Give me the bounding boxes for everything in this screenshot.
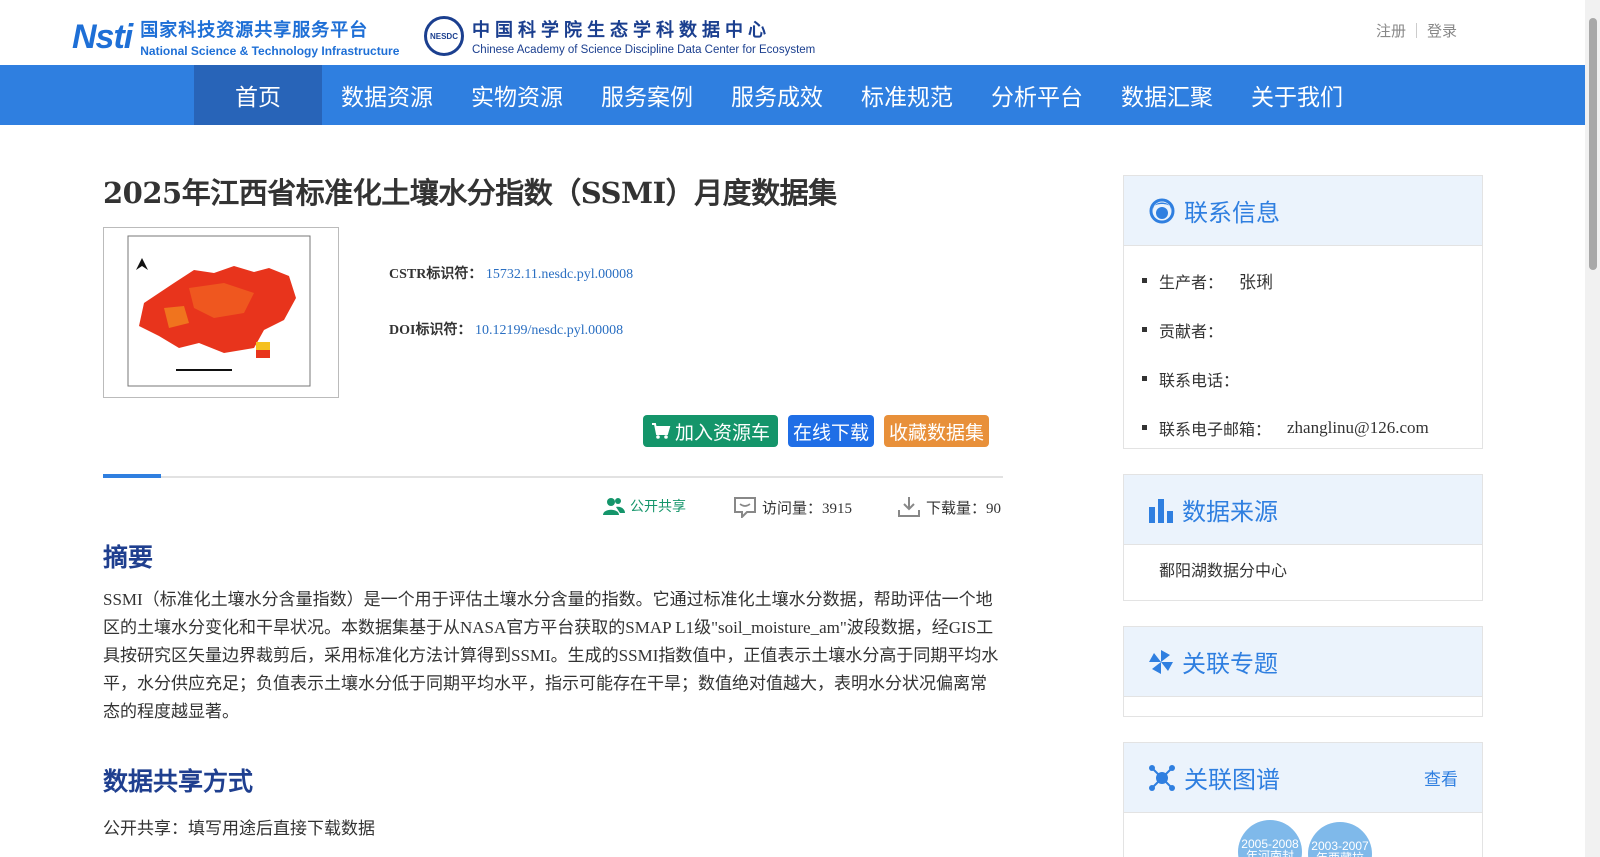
contact-email-label: 联系电子邮箱： [1159,419,1272,439]
related-graph-card: 关联图谱 查看 2005-2008年河南封 2003-2007年西藏拉 [1123,742,1483,857]
contact-card-header: 联系信息 [1124,176,1482,246]
scrollbar-thumb[interactable] [1589,18,1597,270]
add-to-cart-label: 加入资源车 [675,421,771,444]
nav-item-data-aggregation[interactable]: 数据汇聚 [1102,65,1232,125]
nav-item-data-resources[interactable]: 数据资源 [322,65,452,125]
share-status-label: 公开共享 [630,499,686,515]
headset-icon [1149,198,1175,223]
nav-item-service-cases[interactable]: 服务案例 [582,65,712,125]
share-method-text: 公开共享：填写用途后直接下载数据 [103,819,375,838]
share-status: 公开共享 [603,496,686,516]
register-link[interactable]: 注册 [1376,20,1406,41]
nav-item-home[interactable]: 首页 [194,65,322,125]
doi-row: DOI标识符： 10.12199/nesdc.pyl.00008 [389,319,633,375]
data-source-value[interactable]: 鄱阳湖数据分中心 [1124,545,1482,596]
abstract-text: SSMI（标准化土壤水分含量指数）是一个用于评估土壤水分含量的指数。它通过标准化… [103,590,999,721]
contact-list: 生产者： 张琍 贡献者： 联系电话： 联系电子邮箱： zhanglinu@126.c… [1124,246,1482,460]
pinwheel-icon [1149,649,1173,674]
network-icon [1149,764,1175,791]
data-source-card: 数据来源 鄱阳湖数据分中心 [1123,474,1483,601]
related-graph-card-header: 关联图谱 查看 [1124,743,1482,813]
contact-producer-value: 张琍 [1239,273,1274,292]
auth-links: 注册 登录 [1376,20,1457,41]
nsti-logo-en: National Science & Technology Infrastruc… [140,44,400,58]
nesdc-badge-icon: NESDC [424,16,464,56]
dataset-stats: 公开共享 访问量：3915 下载量：90 [603,496,1003,520]
cstr-label: CSTR标识符： [389,267,483,282]
top-header: Nsti 国家科技资源共享服务平台 National Science & Tec… [0,0,1585,65]
users-icon [603,498,625,515]
doi-value-link[interactable]: 10.12199/nesdc.pyl.00008 [475,323,623,338]
nsti-logo[interactable]: Nsti 国家科技资源共享服务平台 National Science & Tec… [72,16,400,59]
page-scrollbar[interactable] [1585,0,1600,857]
nav-item-physical-resources[interactable]: 实物资源 [452,65,582,125]
related-topic-card-header: 关联专题 [1124,627,1482,697]
download-icon [898,497,920,517]
contact-contributor: 贡献者： [1142,305,1482,354]
abstract-heading: 摘要 [103,543,154,572]
contact-phone-label: 联系电话： [1159,370,1240,390]
share-method-heading: 数据共享方式 [103,767,254,796]
dataset-thumbnail-map[interactable] [103,227,339,398]
nsti-logo-mark: Nsti [72,17,133,56]
add-to-cart-button[interactable]: 加入资源车 [643,415,779,447]
contact-phone: 联系电话： [1142,354,1482,403]
nesdc-logo-cn: 中国科学院生态学科数据中心 [472,20,771,41]
visit-count: 访问量：3915 [733,496,852,518]
comment-icon [734,497,756,518]
related-topic-card: 关联专题 [1123,626,1483,717]
tab-divider [103,474,1003,478]
login-link[interactable]: 登录 [1427,20,1457,41]
active-tab-indicator [103,474,161,478]
graph-bubbles: 2005-2008年河南封 2003-2007年西藏拉 [1124,813,1482,857]
cstr-row: CSTR标识符： 15732.11.nesdc.pyl.00008 [389,263,633,319]
contact-email: 联系电子邮箱： zhanglinu@126.com [1142,403,1482,452]
online-download-button[interactable]: 在线下载 [788,415,875,447]
graph-bubble[interactable]: 2003-2007年西藏拉 [1308,822,1372,857]
online-download-label: 在线下载 [793,421,870,444]
contact-email-value[interactable]: zhanglinu@126.com [1287,418,1429,438]
data-source-card-title: 数据来源 [1182,498,1278,526]
nsti-logo-cn: 国家科技资源共享服务平台 [140,20,369,41]
favorite-dataset-label: 收藏数据集 [889,421,985,444]
nav-item-analysis-platform[interactable]: 分析平台 [972,65,1102,125]
view-graph-link[interactable]: 查看 [1424,765,1458,790]
nav-item-service-results[interactable]: 服务成效 [712,65,842,125]
data-source-card-header: 数据来源 [1124,475,1482,545]
graph-bubble[interactable]: 2005-2008年河南封 [1238,820,1302,857]
nesdc-logo-en: Chinese Academy of Science Discipline Da… [472,44,816,56]
auth-divider [1415,23,1417,38]
download-count-label: 下载量：90 [926,500,1002,517]
contact-contributor-label: 贡献者： [1159,321,1224,341]
nav-item-about-us[interactable]: 关于我们 [1232,65,1362,125]
related-graph-card-title: 关联图谱 [1184,766,1280,794]
related-topic-card-title: 关联专题 [1182,650,1278,678]
visit-count-label: 访问量：3915 [762,500,853,517]
contact-card: 联系信息 生产者： 张琍 贡献者： 联系电话： 联系电子邮箱： zhanglinu@… [1123,175,1483,449]
contact-producer-label: 生产者： [1159,272,1224,292]
doi-label: DOI标识符： [389,323,472,338]
main-nav: 首页 数据资源 实物资源 服务案例 服务成效 标准规范 分析平台 数据汇聚 关于… [0,65,1585,125]
action-buttons: 加入资源车 在线下载 收藏数据集 [643,415,990,447]
nesdc-logo[interactable]: NESDC 中国科学院生态学科数据中心 Chinese Academy of S… [424,16,815,56]
contact-card-title: 联系信息 [1184,199,1280,227]
identifiers: CSTR标识符： 15732.11.nesdc.pyl.00008 DOI标识符… [389,263,633,375]
cart-icon [652,423,671,439]
dataset-title: 2025年江西省标准化土壤水分指数（SSMI）月度数据集 [103,176,837,210]
bar-chart-icon [1149,498,1173,523]
nav-item-standards[interactable]: 标准规范 [842,65,972,125]
cstr-value-link[interactable]: 15732.11.nesdc.pyl.00008 [486,267,633,282]
download-count: 下载量：90 [897,496,1001,518]
contact-producer: 生产者： 张琍 [1142,256,1482,305]
favorite-dataset-button[interactable]: 收藏数据集 [884,415,990,447]
